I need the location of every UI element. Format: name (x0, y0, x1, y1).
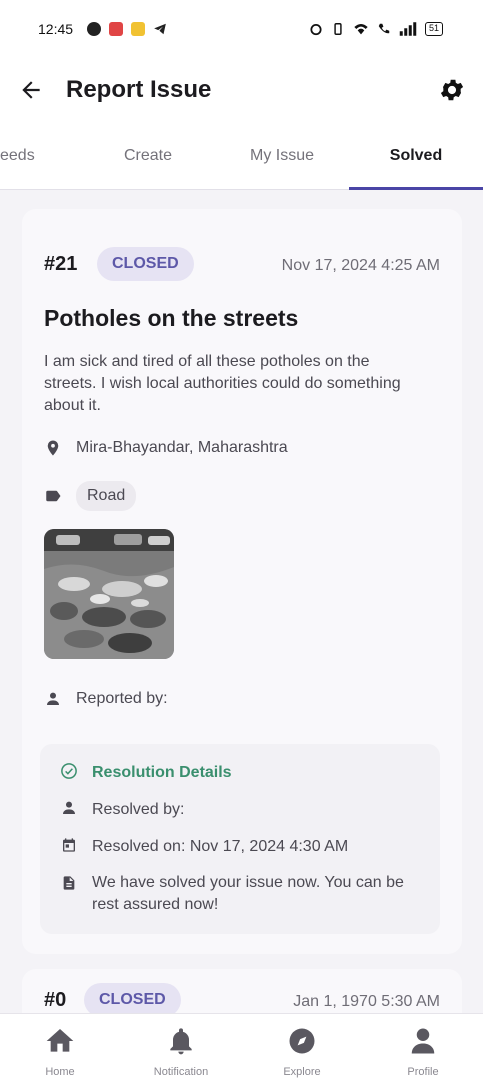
resolution-header: Resolution Details (60, 762, 232, 784)
issue-photo[interactable] (44, 529, 174, 659)
gear-icon[interactable] (437, 75, 467, 105)
location-text: Mira-Bhayandar, Maharashtra (76, 439, 288, 456)
document-icon (60, 874, 78, 892)
chat-notification-icon (131, 22, 146, 36)
telegram-icon (154, 23, 166, 35)
nav-home[interactable]: Home (0, 1014, 120, 1080)
bell-icon (164, 1024, 198, 1058)
tag-row: Road (44, 481, 137, 511)
tab-create[interactable]: Create (98, 122, 198, 190)
status-badge: CLOSED (84, 983, 181, 1013)
nav-profile[interactable]: Profile (363, 1014, 483, 1080)
nav-explore-label: Explore (283, 1066, 321, 1078)
status-time: 12:45 (38, 21, 74, 37)
status-bar: 12:45 51 (0, 0, 483, 58)
nav-notification-label: Notification (153, 1066, 209, 1078)
check-circle-icon (60, 762, 78, 780)
battery-indicator: 51 (424, 22, 443, 36)
tag-chip: Road (76, 481, 137, 511)
tab-indicator (349, 187, 483, 190)
nav-home-label: Home (45, 1066, 75, 1078)
label-icon (44, 487, 62, 505)
bottom-navigation: Home Notification Explore Profile (0, 1013, 483, 1080)
nav-notification[interactable]: Notification (121, 1014, 241, 1080)
nav-explore[interactable]: Explore (242, 1014, 362, 1080)
call-icon (378, 23, 390, 34)
resolution-note-row: We have solved your issue now. You can b… (60, 872, 420, 916)
resolved-by-row: Resolved by: (60, 799, 185, 821)
issue-number: #21 (44, 253, 78, 275)
location-pin-icon (44, 439, 62, 457)
resolved-on-row: Resolved on: Nov 17, 2024 4:30 AM (60, 836, 348, 858)
notification-app-icon (87, 22, 102, 36)
resolution-title: Resolution Details (92, 764, 232, 781)
person-icon (406, 1024, 440, 1058)
resolved-by-label: Resolved by: (92, 801, 185, 818)
status-badge: CLOSED (97, 247, 194, 281)
wifi-icon (354, 24, 368, 35)
alarm-icon (310, 24, 322, 36)
home-icon (43, 1024, 77, 1058)
issue-date: Jan 1, 1970 5:30 AM (293, 993, 440, 1010)
app-bar: Report Issue (0, 58, 483, 122)
resolution-details-box: Resolution Details Resolved by: Resolved… (40, 744, 440, 934)
person-icon (60, 799, 78, 817)
calendar-icon (60, 836, 78, 854)
nav-profile-label: Profile (407, 1066, 439, 1078)
resolved-on-text: Resolved on: Nov 17, 2024 4:30 AM (92, 838, 349, 855)
tab-feeds[interactable]: eeds (0, 122, 60, 190)
page-title: Report Issue (66, 76, 212, 103)
issue-list[interactable]: #21 CLOSED Nov 17, 2024 4:25 AM Potholes… (0, 191, 483, 1013)
tab-bar: eeds Create My Issue Solved (0, 122, 483, 190)
reported-by-row: Reported by: (44, 690, 168, 708)
compass-icon (285, 1024, 319, 1058)
arrow-left-icon[interactable] (16, 75, 46, 105)
person-icon (44, 690, 62, 708)
tab-my-issue[interactable]: My Issue (232, 122, 332, 190)
issue-card[interactable]: #0 CLOSED Jan 1, 1970 5:30 AM (22, 969, 462, 1013)
location-row: Mira-Bhayandar, Maharashtra (44, 439, 288, 457)
issue-number: #0 (44, 989, 67, 1011)
status-bar-right: 51 (309, 22, 443, 36)
signal-icon (399, 22, 417, 36)
tab-solved[interactable]: Solved (349, 122, 483, 190)
issue-description: I am sick and tired of all these pothole… (44, 353, 401, 414)
resolution-note: We have solved your issue now. You can b… (92, 874, 404, 913)
pothole-image (44, 529, 174, 659)
issue-date: Nov 17, 2024 4:25 AM (281, 257, 440, 274)
reported-by-label: Reported by: (76, 690, 168, 707)
issue-title: Potholes on the streets (44, 305, 299, 331)
vibrate-icon (334, 23, 342, 35)
youtube-notification-icon (109, 22, 124, 36)
issue-card[interactable]: #21 CLOSED Nov 17, 2024 4:25 AM Potholes… (22, 209, 462, 954)
status-bar-left: 12:45 (38, 21, 167, 37)
